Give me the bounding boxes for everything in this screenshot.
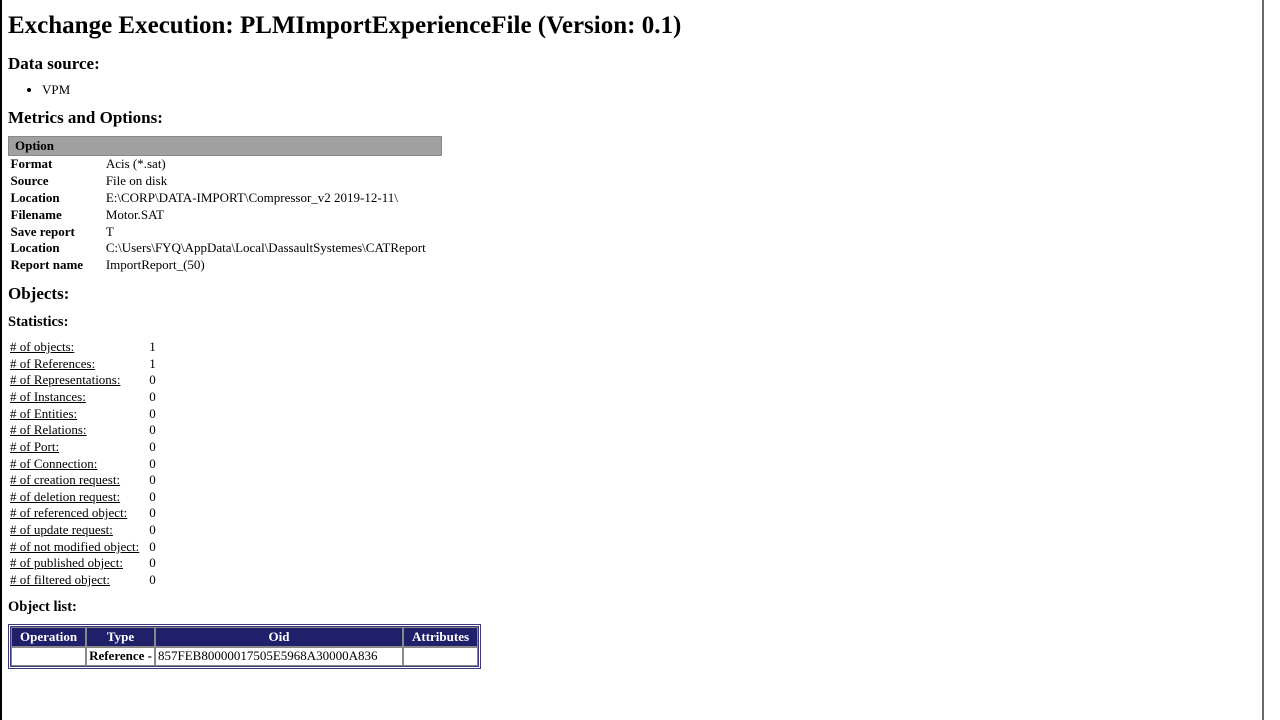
stat-key: # of objects: <box>8 339 143 356</box>
option-key: Location <box>9 190 104 207</box>
option-value: Motor.SAT <box>104 207 442 224</box>
statistics-row: # of Representations:0 <box>8 372 160 389</box>
statistics-table: # of objects:1# of References:1# of Repr… <box>8 339 160 588</box>
statistics-row: # of Connection:0 <box>8 456 160 473</box>
stat-key: # of Representations: <box>8 372 143 389</box>
object-list-table: Operation Type Oid Attributes Reference … <box>8 624 481 669</box>
report-document: Exchange Execution: PLMImportExperienceF… <box>0 0 1264 720</box>
stat-value: 0 <box>143 456 160 473</box>
stat-key: # of Instances: <box>8 389 143 406</box>
options-table: Option FormatAcis (*.sat)SourceFile on d… <box>8 136 442 274</box>
object-list-heading: Object list: <box>8 599 1256 616</box>
option-key: Source <box>9 173 104 190</box>
stat-value: 0 <box>143 489 160 506</box>
objects-heading: Objects: <box>8 284 1256 304</box>
option-value: File on disk <box>104 173 442 190</box>
statistics-row: # of referenced object:0 <box>8 505 160 522</box>
col-oid: Oid <box>155 627 403 647</box>
options-row: FormatAcis (*.sat) <box>9 156 442 173</box>
col-attributes: Attributes <box>403 627 478 647</box>
stat-value: 0 <box>143 406 160 423</box>
stat-value: 0 <box>143 539 160 556</box>
option-value: C:\Users\FYQ\AppData\Local\DassaultSyste… <box>104 240 442 257</box>
statistics-heading: Statistics: <box>8 314 1256 331</box>
cell-oid: 857FEB80000017505E5968A30000A836 <box>155 647 403 666</box>
statistics-row: # of objects:1 <box>8 339 160 356</box>
cell-operation <box>11 647 86 666</box>
object-list-row: Reference -857FEB80000017505E5968A30000A… <box>11 647 478 666</box>
object-list-header-row: Operation Type Oid Attributes <box>11 627 478 647</box>
option-value: T <box>104 224 442 241</box>
statistics-row: # of Port:0 <box>8 439 160 456</box>
statistics-row: # of Relations:0 <box>8 422 160 439</box>
stat-value: 1 <box>143 356 160 373</box>
options-header-cell: Option <box>9 137 442 156</box>
stat-value: 1 <box>143 339 160 356</box>
stat-value: 0 <box>143 372 160 389</box>
data-source-heading: Data source: <box>8 54 1256 74</box>
stat-key: # of not modified object: <box>8 539 143 556</box>
statistics-row: # of creation request:0 <box>8 472 160 489</box>
stat-value: 0 <box>143 439 160 456</box>
stat-key: # of Port: <box>8 439 143 456</box>
options-row: Save reportT <box>9 224 442 241</box>
option-key: Format <box>9 156 104 173</box>
options-row: FilenameMotor.SAT <box>9 207 442 224</box>
metrics-heading: Metrics and Options: <box>8 108 1256 128</box>
cell-attributes <box>403 647 478 666</box>
statistics-row: # of not modified object:0 <box>8 539 160 556</box>
option-key: Location <box>9 240 104 257</box>
options-row: LocationE:\CORP\DATA-IMPORT\Compressor_v… <box>9 190 442 207</box>
option-key: Report name <box>9 257 104 274</box>
stat-key: # of published object: <box>8 555 143 572</box>
options-row: SourceFile on disk <box>9 173 442 190</box>
col-type: Type <box>86 627 155 647</box>
stat-value: 0 <box>143 572 160 589</box>
stat-key: # of Relations: <box>8 422 143 439</box>
stat-key: # of referenced object: <box>8 505 143 522</box>
data-source-item: VPM <box>42 82 1256 98</box>
stat-value: 0 <box>143 389 160 406</box>
option-value: ImportReport_(50) <box>104 257 442 274</box>
stat-value: 0 <box>143 422 160 439</box>
option-value: Acis (*.sat) <box>104 156 442 173</box>
statistics-row: # of published object:0 <box>8 555 160 572</box>
statistics-row: # of update request:0 <box>8 522 160 539</box>
statistics-row: # of Entities:0 <box>8 406 160 423</box>
data-source-list: VPM <box>8 82 1256 98</box>
statistics-row: # of deletion request:0 <box>8 489 160 506</box>
stat-key: # of deletion request: <box>8 489 143 506</box>
statistics-row: # of References:1 <box>8 356 160 373</box>
options-row: Report nameImportReport_(50) <box>9 257 442 274</box>
stat-key: # of Connection: <box>8 456 143 473</box>
options-header-row: Option <box>9 137 442 156</box>
stat-value: 0 <box>143 505 160 522</box>
options-row: LocationC:\Users\FYQ\AppData\Local\Dassa… <box>9 240 442 257</box>
stat-key: # of Entities: <box>8 406 143 423</box>
option-key: Save report <box>9 224 104 241</box>
stat-key: # of creation request: <box>8 472 143 489</box>
col-operation: Operation <box>11 627 86 647</box>
option-value: E:\CORP\DATA-IMPORT\Compressor_v2 2019-1… <box>104 190 442 207</box>
stat-key: # of filtered object: <box>8 572 143 589</box>
stat-key: # of update request: <box>8 522 143 539</box>
option-key: Filename <box>9 207 104 224</box>
statistics-row: # of Instances:0 <box>8 389 160 406</box>
stat-value: 0 <box>143 522 160 539</box>
cell-type: Reference - <box>86 647 155 666</box>
stat-value: 0 <box>143 472 160 489</box>
page-title: Exchange Execution: PLMImportExperienceF… <box>8 12 1256 40</box>
statistics-row: # of filtered object:0 <box>8 572 160 589</box>
stat-value: 0 <box>143 555 160 572</box>
stat-key: # of References: <box>8 356 143 373</box>
